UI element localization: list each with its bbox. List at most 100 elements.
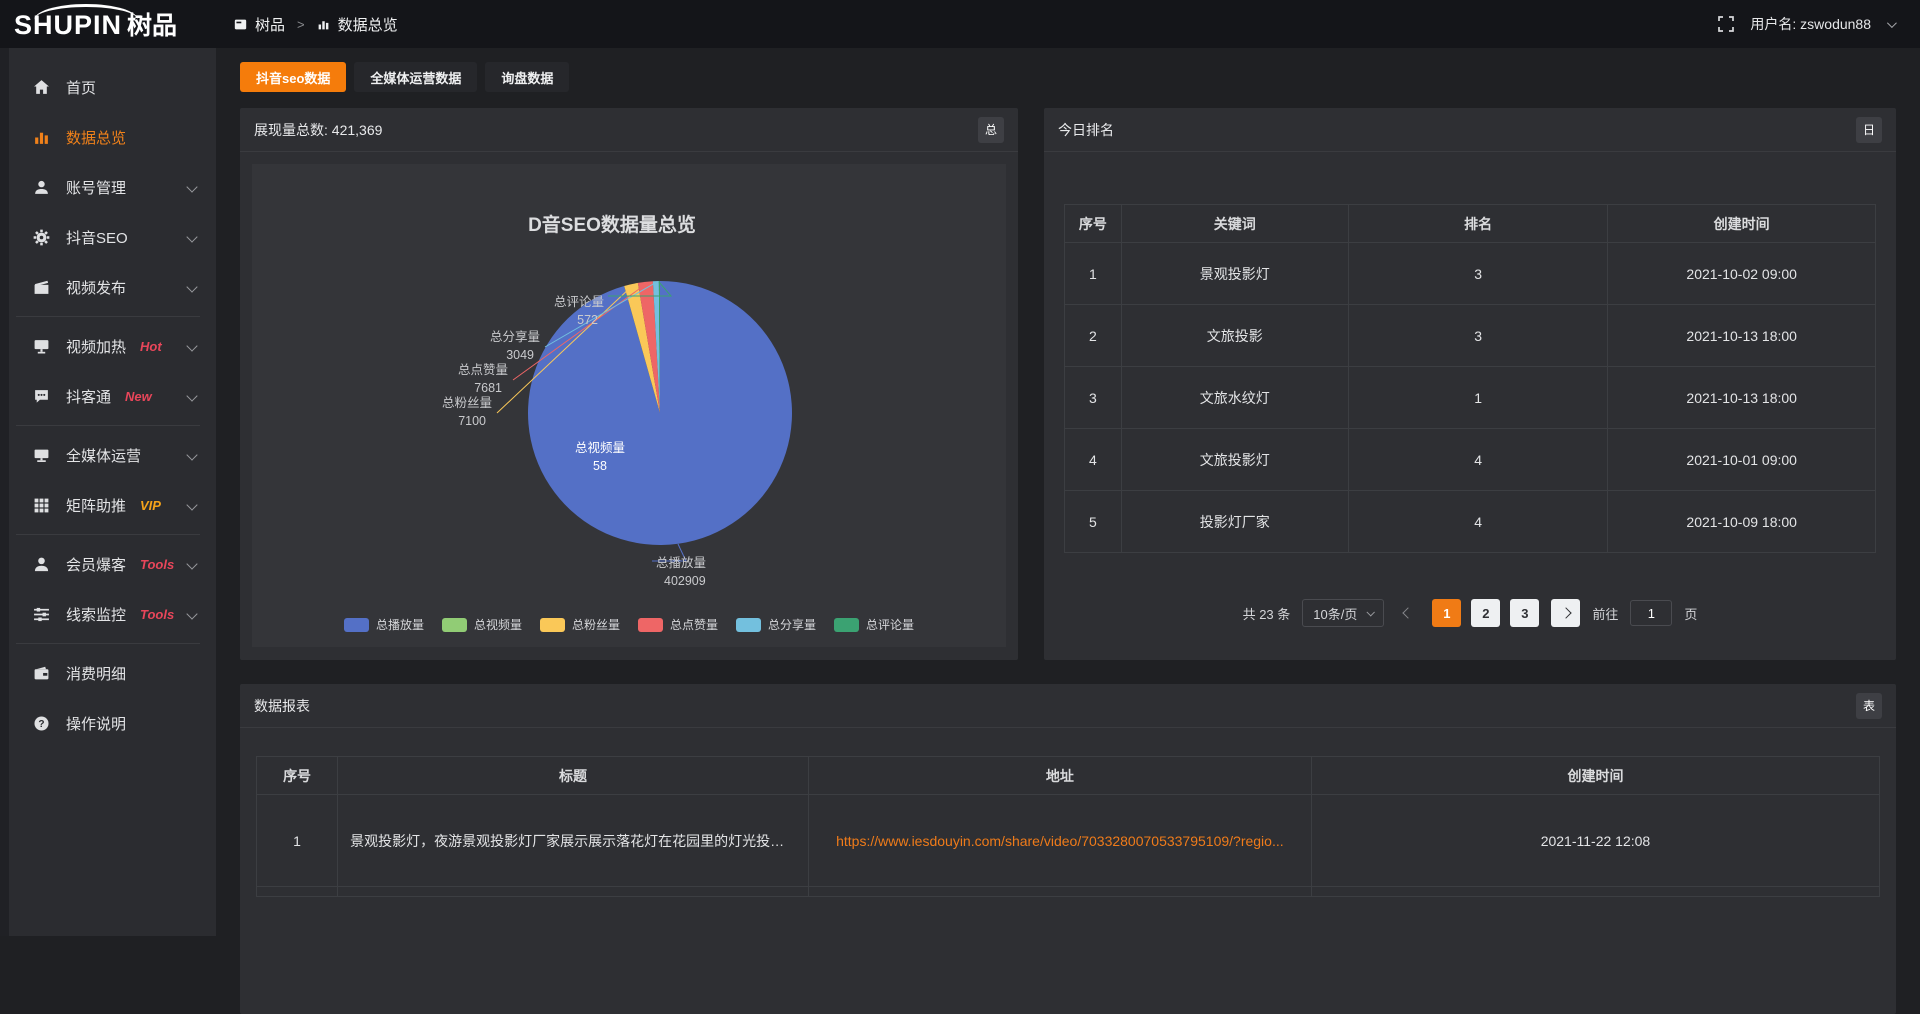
bar-chart-icon	[317, 18, 330, 31]
sidebar-item-7[interactable]: 全媒体运营	[0, 430, 216, 480]
impressions-panel: 展现量总数: 421,369 总 D音SEO数据量总览总播放量402909总视频…	[240, 108, 1018, 660]
goto-suffix: 页	[1684, 604, 1697, 623]
tab-1[interactable]: 全媒体运营数据	[354, 62, 477, 92]
sidebar-divider	[16, 643, 200, 644]
prev-page-button[interactable]	[1396, 609, 1420, 617]
table-cell: 文旅水纹灯	[1121, 367, 1348, 429]
svg-text:?: ?	[38, 718, 44, 729]
sidebar-item-6[interactable]: 抖客通New	[0, 371, 216, 421]
table-row: 5投影灯厂家42021-10-09 18:00	[1065, 491, 1876, 553]
sidebar-item-label: 视频发布	[66, 277, 126, 298]
legend-label: 总分享量	[768, 616, 816, 633]
report-title-cell: 景观投影灯，夜游景观投影灯厂家展示展示落花灯在花园里的灯光投影应用效果 #	[338, 795, 809, 887]
legend-label: 总视频量	[474, 616, 522, 633]
column-header: 创建时间	[1608, 205, 1876, 243]
seo-pie-chart: D音SEO数据量总览总播放量402909总视频量58总粉丝量7100总点赞量76…	[252, 164, 1006, 647]
chevron-down-icon	[186, 281, 197, 292]
table-cell: 4	[1348, 429, 1608, 491]
legend-item[interactable]: 总评论量	[834, 616, 914, 633]
sidebar-menu: 首页数据总览账号管理抖音SEO 视频发布视频加热Hot抖客通New 全媒体运营矩阵助…	[0, 62, 216, 748]
table-cell: 2021-10-01 09:00	[1608, 429, 1876, 491]
chevron-down-icon	[186, 340, 197, 351]
legend-swatch	[344, 618, 369, 632]
sidebar-item-4[interactable]: 视频发布	[0, 262, 216, 312]
page-size-select[interactable]: 10条/页	[1302, 599, 1384, 627]
legend-item[interactable]: 总粉丝量	[540, 616, 620, 633]
bar-chart-icon	[32, 129, 51, 146]
page-button-2[interactable]: 2	[1471, 599, 1500, 627]
svg-text:总评论量: 总评论量	[554, 295, 604, 309]
sidebar-item-0[interactable]: 首页	[0, 62, 216, 112]
sidebar-item-2[interactable]: 账号管理	[0, 162, 216, 212]
legend-swatch	[638, 618, 663, 632]
logo-text-cn: 树品	[127, 6, 177, 42]
legend-label: 总评论量	[866, 616, 914, 633]
chevron-down-icon	[186, 231, 197, 242]
chevron-down-icon	[186, 449, 197, 460]
sidebar-item-12[interactable]: ?操作说明	[0, 698, 216, 748]
table-cell: 2	[1065, 305, 1122, 367]
table-cell: 2021-11-22 12:08	[1311, 795, 1879, 887]
username-label[interactable]: 用户名: zswodun88	[1750, 14, 1871, 34]
table-cell: 投影灯厂家	[1121, 491, 1348, 553]
next-page-button[interactable]	[1551, 599, 1580, 627]
legend-item[interactable]: 总播放量	[344, 616, 424, 633]
table-cell	[338, 887, 809, 897]
legend-swatch	[834, 618, 859, 632]
chevron-down-icon[interactable]	[1887, 18, 1897, 28]
sidebar-item-5[interactable]: 视频加热Hot	[0, 321, 216, 371]
day-badge-button[interactable]: 日	[1856, 117, 1882, 143]
impressions-total-label: 展现量总数: 421,369	[254, 120, 382, 140]
logo-arc-icon	[34, 4, 138, 20]
report-panel: 数据报表 表 序号标题地址创建时间 1景观投影灯，夜游景观投影灯厂家展示展示落花…	[240, 684, 1896, 1014]
sidebar-item-1[interactable]: 数据总览	[0, 112, 216, 162]
sidebar-item-label: 消费明细	[66, 663, 126, 684]
sidebar-item-3[interactable]: 抖音SEO	[0, 212, 216, 262]
table-cell: 3	[1348, 305, 1608, 367]
sidebar-item-10[interactable]: 线索监控Tools	[0, 589, 216, 639]
legend-swatch	[736, 618, 761, 632]
svg-text:总分享量: 总分享量	[490, 329, 540, 344]
sidebar-item-label: 数据总览	[66, 127, 126, 148]
home-icon	[32, 79, 51, 96]
tab-2[interactable]: 询盘数据	[485, 62, 569, 92]
pagination: 共 23 条 10条/页 123 前往 页	[1064, 599, 1876, 627]
sidebar: 首页数据总览账号管理抖音SEO 视频发布视频加热Hot抖客通New 全媒体运营矩阵助…	[0, 48, 216, 936]
sidebar-item-tag: Tools	[140, 557, 174, 572]
svg-text:3049: 3049	[506, 348, 534, 362]
table-cell: 文旅投影灯	[1121, 429, 1348, 491]
sidebar-item-11[interactable]: 消费明细	[0, 648, 216, 698]
sidebar-item-9[interactable]: 会员爆客Tools	[0, 539, 216, 589]
video-link[interactable]: https://www.iesdouyin.com/share/video/70…	[836, 833, 1284, 849]
table-cell: 文旅投影	[1121, 305, 1348, 367]
main-content: 抖音seo数据全媒体运营数据询盘数据 展现量总数: 421,369 总 D音SE…	[216, 48, 1920, 936]
report-table: 序号标题地址创建时间 1景观投影灯，夜游景观投影灯厂家展示展示落花灯在花园里的灯…	[256, 756, 1880, 897]
table-row: 1景观投影灯，夜游景观投影灯厂家展示展示落花灯在花园里的灯光投影应用效果 #ht…	[257, 795, 1880, 887]
table-cell: 2021-10-02 09:00	[1608, 243, 1876, 305]
page-button-3[interactable]: 3	[1510, 599, 1539, 627]
table-row: 1景观投影灯32021-10-02 09:00	[1065, 243, 1876, 305]
fullscreen-icon[interactable]	[1718, 16, 1734, 32]
user-icon	[32, 179, 51, 196]
legend-item[interactable]: 总视频量	[442, 616, 522, 633]
table-cell	[808, 887, 1311, 897]
goto-page-input[interactable]	[1630, 600, 1672, 626]
breadcrumb-root[interactable]: 树品	[255, 14, 285, 35]
sidebar-item-label: 全媒体运营	[66, 445, 141, 466]
question-icon: ?	[32, 715, 51, 732]
legend-item[interactable]: 总分享量	[736, 616, 816, 633]
sidebar-item-label: 账号管理	[66, 177, 126, 198]
column-header: 地址	[808, 757, 1311, 795]
page-button-1[interactable]: 1	[1432, 599, 1461, 627]
gear-icon	[32, 229, 51, 246]
table-cell: 景观投影灯	[1121, 243, 1348, 305]
sidebar-item-tag: New	[125, 389, 152, 404]
legend-item[interactable]: 总点赞量	[638, 616, 718, 633]
total-badge-button[interactable]: 总	[978, 117, 1004, 143]
tab-0[interactable]: 抖音seo数据	[240, 62, 346, 92]
sidebar-item-8[interactable]: 矩阵助推VIP	[0, 480, 216, 530]
heat-icon	[32, 338, 51, 355]
grid-icon	[32, 497, 51, 514]
table-badge-button[interactable]: 表	[1856, 693, 1882, 719]
table-row: 4文旅投影灯42021-10-01 09:00	[1065, 429, 1876, 491]
